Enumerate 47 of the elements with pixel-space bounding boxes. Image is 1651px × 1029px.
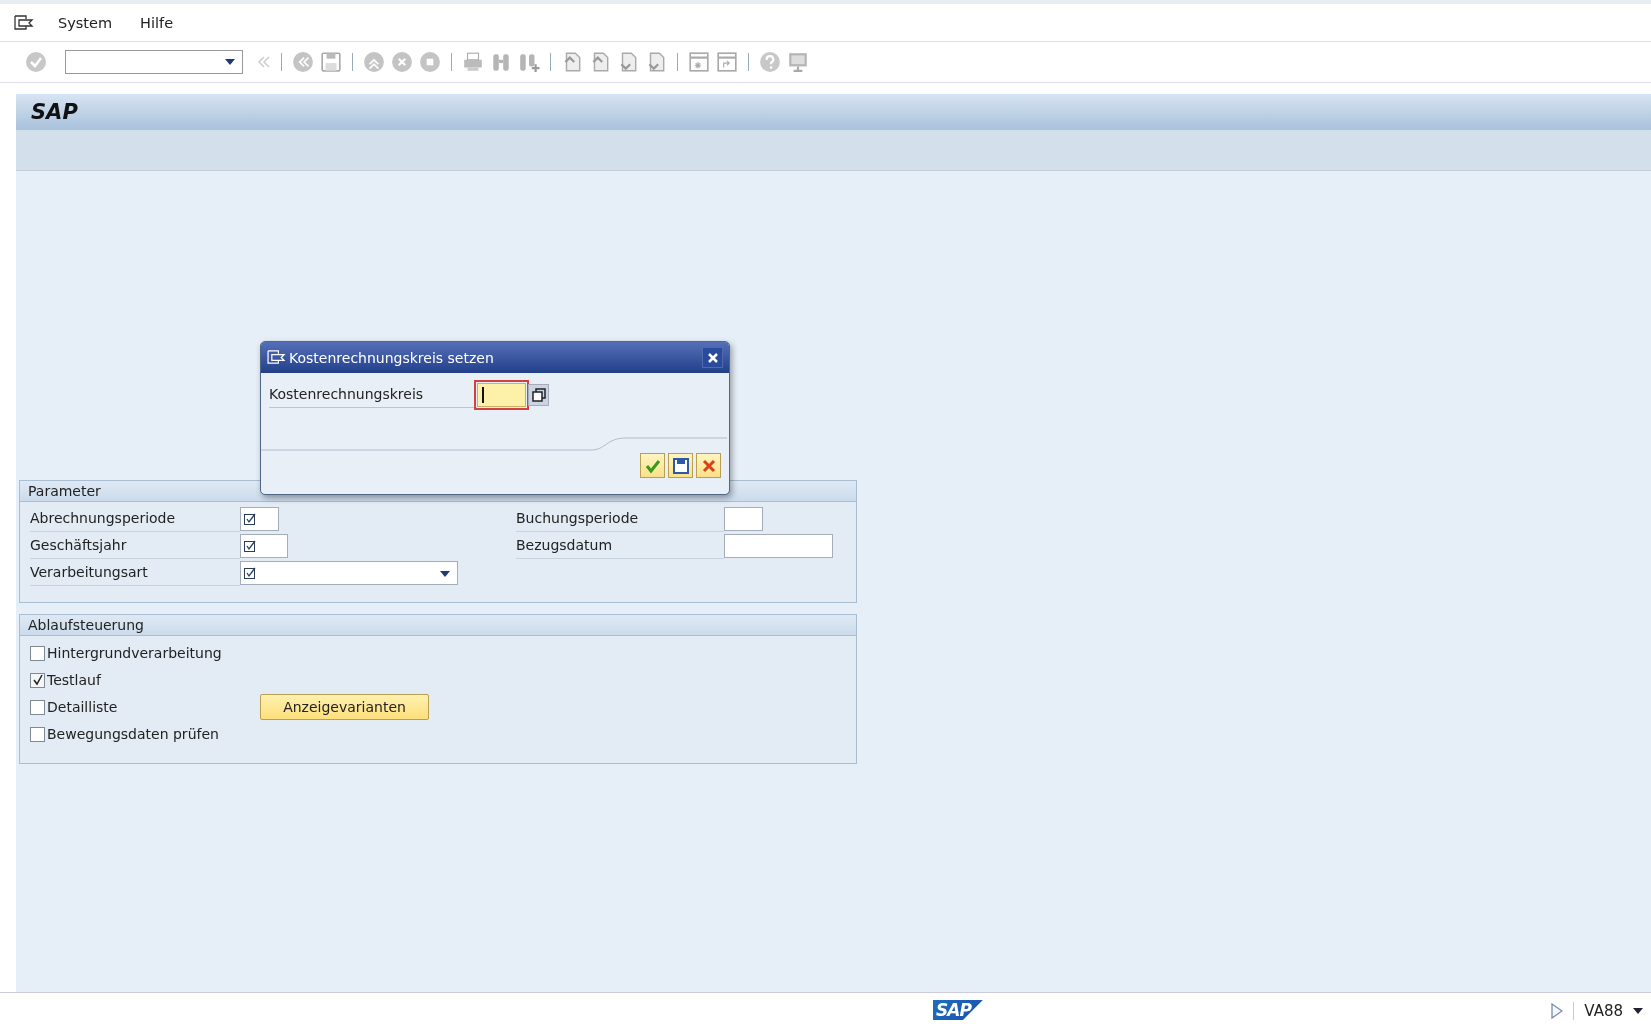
checkbox[interactable] (30, 699, 45, 715)
binoculars-icon[interactable] (490, 51, 512, 73)
display-variants-button[interactable]: Anzeigevarianten (260, 694, 429, 720)
input-field[interactable] (724, 507, 763, 531)
checkbox[interactable] (30, 726, 45, 742)
checkbox[interactable] (30, 645, 45, 661)
binoculars-plus-icon[interactable] (518, 51, 540, 73)
exit-icon[interactable] (363, 51, 385, 73)
enter-icon[interactable] (25, 51, 47, 73)
input-field[interactable] (240, 561, 458, 585)
shortcut-icon[interactable] (716, 51, 738, 73)
group-title: Parameter (28, 483, 101, 499)
screen-title: SAP (31, 100, 78, 124)
checkbox-label[interactable]: Testlauf (47, 672, 258, 688)
cancel-icon[interactable] (391, 51, 413, 73)
input-field[interactable] (240, 534, 288, 558)
checkbox-label[interactable]: Detailliste (47, 699, 258, 715)
play-icon[interactable] (1551, 1003, 1564, 1019)
dropdown-caret-icon[interactable] (1633, 1007, 1643, 1015)
print-icon[interactable] (462, 51, 484, 73)
field-label: Geschäftsjahr (30, 533, 240, 559)
checkbox[interactable] (30, 672, 45, 688)
field-label: Buchungsperiode (516, 506, 724, 532)
checkbox-label[interactable]: Hintergrundverarbeitung (47, 645, 258, 661)
field-label: Verarbeitungsart (30, 560, 240, 586)
group-title: Ablaufsteuerung (28, 617, 144, 633)
sap-logo: SAP (933, 1000, 983, 1020)
monitor-icon[interactable] (787, 51, 809, 73)
window-menu-icon[interactable] (267, 350, 286, 365)
menu-item[interactable]: System (58, 14, 113, 31)
transaction-code: VA88 (1584, 1002, 1623, 1020)
help-icon[interactable] (759, 51, 781, 73)
dialog-title: Kostenrechnungskreis setzen (289, 349, 495, 366)
dropdown-caret-icon[interactable] (224, 58, 236, 66)
input-field[interactable] (240, 507, 279, 531)
input-field[interactable] (724, 534, 833, 558)
menu-item[interactable]: Hilfe (140, 14, 174, 31)
back-icon[interactable] (292, 51, 314, 73)
command-field[interactable] (65, 50, 243, 74)
field-label: Bezugsdatum (516, 533, 724, 559)
new-window-icon[interactable] (688, 51, 710, 73)
stop-icon[interactable] (419, 51, 441, 73)
checkbox-label[interactable]: Bewegungsdaten prüfen (47, 726, 258, 742)
dropdown-caret-icon[interactable] (439, 570, 451, 578)
input-field[interactable] (477, 383, 526, 407)
menu-icon[interactable] (14, 14, 34, 31)
field-label: Abrechnungsperiode (30, 506, 240, 532)
